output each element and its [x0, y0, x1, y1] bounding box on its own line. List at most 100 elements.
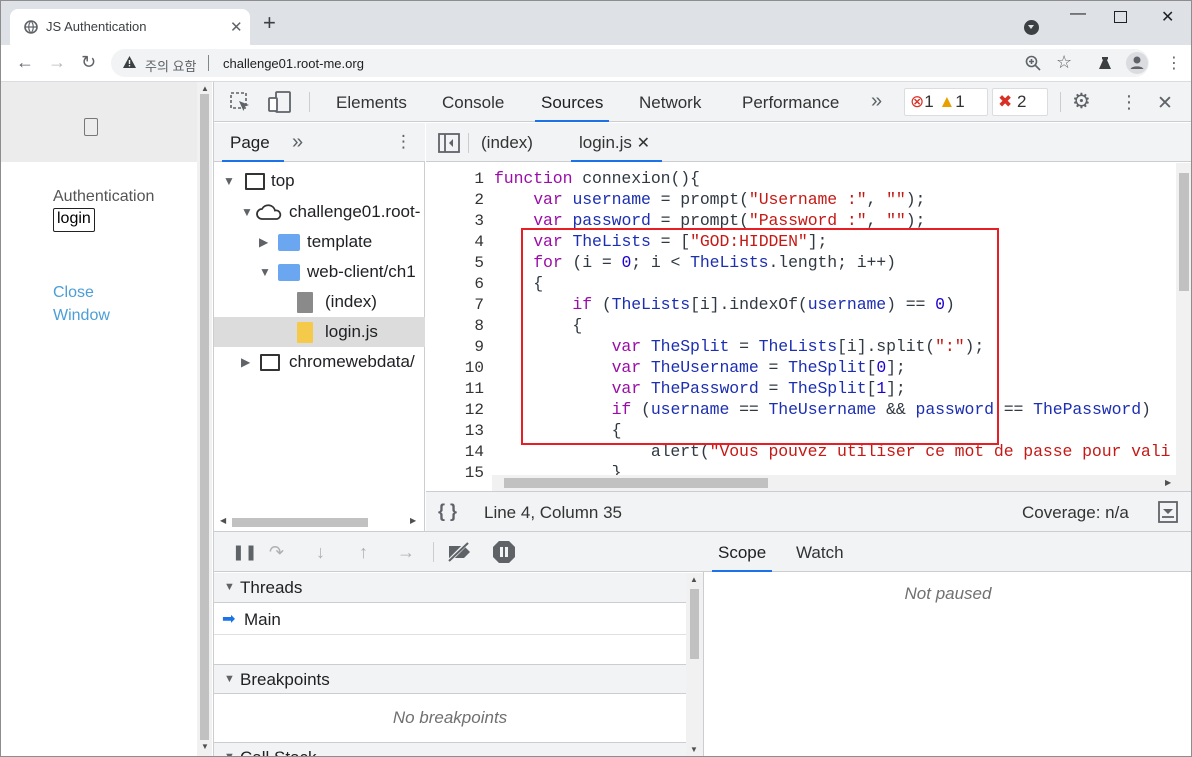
- navigator-scroll-thumb[interactable]: [232, 518, 368, 527]
- toggle-navigator-icon[interactable]: [438, 133, 460, 153]
- line-number[interactable]: 10: [426, 359, 484, 377]
- address-bar[interactable]: 주의 요함 challenge01.root-me.org ☆: [111, 49, 1149, 77]
- maximize-icon[interactable]: [1114, 11, 1127, 23]
- tab-network[interactable]: Network: [639, 93, 701, 113]
- tree-item-domain[interactable]: ▼ challenge01.root-: [214, 197, 425, 227]
- line-number[interactable]: 15: [426, 464, 484, 482]
- expand-icon[interactable]: ▶: [241, 355, 250, 369]
- minimize-icon[interactable]: —: [1070, 5, 1086, 23]
- security-label[interactable]: 주의 요함: [145, 56, 196, 75]
- window-close-icon[interactable]: ✕: [1161, 7, 1174, 27]
- bookmark-star-icon[interactable]: ☆: [1056, 52, 1072, 73]
- line-number[interactable]: 5: [426, 254, 484, 272]
- code-line[interactable]: var TheUsername = TheSplit[0];: [494, 358, 906, 377]
- tab-elements[interactable]: Elements: [336, 93, 407, 113]
- page-scrollbar[interactable]: ▲ ▼: [197, 82, 212, 756]
- tree-item-top[interactable]: ▼ top: [214, 166, 425, 196]
- line-number[interactable]: 4: [426, 233, 484, 251]
- tree-item-index[interactable]: (index): [214, 287, 425, 317]
- editor-hscroll-thumb[interactable]: [504, 478, 768, 488]
- debugger-scroll-thumb[interactable]: [690, 589, 699, 659]
- close-window-link[interactable]: Close Window: [53, 281, 110, 327]
- code-line[interactable]: {: [494, 274, 543, 293]
- line-number[interactable]: 7: [426, 296, 484, 314]
- browser-menu-icon[interactable]: ⋮: [1166, 53, 1182, 73]
- line-number[interactable]: 6: [426, 275, 484, 293]
- tree-item-template[interactable]: ▶ template: [214, 227, 425, 257]
- code-editor[interactable]: 1 function connexion(){2 var username = p…: [426, 163, 1191, 483]
- line-number[interactable]: 3: [426, 212, 484, 230]
- code-line[interactable]: var TheLists = ["GOD:HIDDEN"];: [494, 232, 827, 251]
- pause-on-exceptions-icon[interactable]: [492, 540, 516, 564]
- line-number[interactable]: 9: [426, 338, 484, 356]
- scroll-right-icon[interactable]: ▶: [1165, 478, 1171, 487]
- step-out-icon[interactable]: ↑: [359, 542, 368, 563]
- navigator-menu-icon[interactable]: ⋮: [395, 132, 412, 152]
- code-line[interactable]: for (i = 0; i < TheLists.length; i++): [494, 253, 896, 272]
- devtools-close-icon[interactable]: ✕: [1157, 92, 1173, 115]
- login-button[interactable]: login: [53, 208, 95, 232]
- inspect-element-icon[interactable]: [230, 92, 251, 113]
- devtools-menu-icon[interactable]: ⋮: [1120, 92, 1138, 113]
- back-icon[interactable]: ←: [16, 52, 34, 73]
- line-number[interactable]: 12: [426, 401, 484, 419]
- tab-performance[interactable]: Performance: [742, 93, 839, 113]
- line-number[interactable]: 13: [426, 422, 484, 440]
- code-line[interactable]: var username = prompt("Username :", "");: [494, 190, 925, 209]
- scroll-right-icon[interactable]: ▶: [410, 516, 416, 525]
- settings-gear-icon[interactable]: ⚙: [1072, 89, 1091, 114]
- tab-watch[interactable]: Watch: [796, 543, 844, 563]
- tab-search-icon[interactable]: [1024, 20, 1039, 35]
- page-scrollbar-thumb[interactable]: [200, 94, 209, 740]
- call-stack-section[interactable]: ▼ Call Stack: [214, 742, 686, 756]
- collapse-icon[interactable]: ▼: [241, 205, 253, 219]
- line-number[interactable]: 14: [426, 443, 484, 461]
- line-number[interactable]: 2: [426, 191, 484, 209]
- step-into-icon[interactable]: ↓: [316, 542, 325, 563]
- more-navigator-icon[interactable]: »: [292, 131, 303, 154]
- editor-vscroll-thumb[interactable]: [1179, 173, 1189, 291]
- collapse-icon[interactable]: ▼: [259, 265, 271, 279]
- expand-icon[interactable]: ▶: [259, 235, 268, 249]
- code-line[interactable]: {: [494, 421, 622, 440]
- tree-item-web-client[interactable]: ▼ web-client/ch1: [214, 257, 425, 287]
- tree-item-login-js[interactable]: login.js: [214, 317, 425, 347]
- code-line[interactable]: {: [494, 316, 582, 335]
- code-line[interactable]: var TheSplit = TheLists[i].split(":");: [494, 337, 985, 356]
- tab-close-icon[interactable]: ✕: [230, 18, 243, 36]
- code-line[interactable]: if (TheLists[i].indexOf(username) == 0): [494, 295, 954, 314]
- editor-hscrollbar[interactable]: ▶: [492, 475, 1178, 491]
- collapse-icon[interactable]: ▼: [224, 751, 235, 756]
- editor-tab-index[interactable]: (index): [481, 133, 533, 153]
- profile-avatar-icon[interactable]: [1126, 52, 1148, 74]
- editor-tab-login-js[interactable]: login.js ✕: [579, 133, 650, 153]
- scroll-down-icon[interactable]: ▼: [690, 745, 698, 754]
- code-line[interactable]: var password = prompt("Password :", "");: [494, 211, 925, 230]
- new-tab-button[interactable]: +: [263, 12, 276, 34]
- tree-item-chromewebdata[interactable]: ▶ chromewebdata/: [214, 347, 425, 377]
- line-number[interactable]: 8: [426, 317, 484, 335]
- extension-icon[interactable]: [1098, 56, 1112, 70]
- code-line[interactable]: alert("Vous pouvez utiliser ce mot de pa…: [494, 442, 1171, 461]
- scroll-up-icon[interactable]: ▲: [201, 84, 209, 93]
- code-line[interactable]: var ThePassword = TheSplit[1];: [494, 379, 906, 398]
- issues-badge[interactable]: ✖ 2: [992, 88, 1048, 116]
- breakpoints-section[interactable]: ▼ Breakpoints: [214, 664, 686, 694]
- pretty-print-button[interactable]: { }: [438, 501, 457, 522]
- step-icon[interactable]: →: [397, 542, 415, 563]
- url-text[interactable]: challenge01.root-me.org: [223, 56, 364, 71]
- scroll-down-icon[interactable]: ▼: [201, 742, 209, 751]
- tab-sources[interactable]: Sources: [534, 93, 610, 122]
- code-line[interactable]: if (username == TheUsername && password …: [494, 400, 1151, 419]
- errors-warnings-badge[interactable]: ⊗1 ▲1: [904, 88, 988, 116]
- scroll-left-icon[interactable]: ◀: [220, 516, 226, 525]
- close-link-text-2[interactable]: Window: [53, 307, 110, 324]
- zoom-icon[interactable]: [1025, 55, 1041, 71]
- pause-icon[interactable]: ❚❚: [232, 543, 257, 561]
- threads-section[interactable]: ▼ Threads: [214, 573, 686, 603]
- device-toolbar-icon[interactable]: [268, 91, 292, 113]
- line-number[interactable]: 11: [426, 380, 484, 398]
- step-over-icon[interactable]: ↷: [269, 542, 284, 563]
- forward-icon[interactable]: →: [48, 52, 66, 73]
- collapse-icon[interactable]: ▼: [224, 581, 235, 593]
